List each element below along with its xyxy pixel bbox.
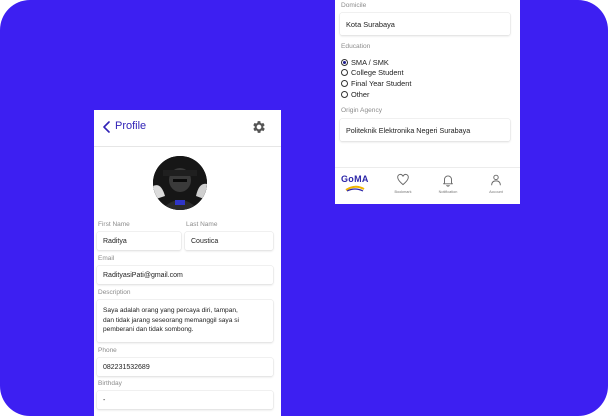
bottom-navigation: GoMA Bookmark Notification Account [335,167,520,204]
logo-swoosh-icon [345,185,365,192]
education-option-label: SMA / SMK [351,57,389,67]
nav-label: Account [489,190,503,194]
origin-agency-field[interactable]: Politeknik Elektronika Negeri Surabaya [340,119,510,141]
nav-notification[interactable]: Notification [432,173,464,201]
avatar[interactable] [153,156,207,210]
last-name-field[interactable]: Coustica [185,232,273,250]
radio-button-checked[interactable] [341,58,348,66]
email-field[interactable]: RadityasiPati@gmail.com [97,266,273,284]
phone-field[interactable]: 082231532689 [97,358,273,376]
radio-button[interactable] [341,79,348,87]
detail-screen: Domicile Kota Surabaya Education SMA / S… [335,0,520,204]
first-name-label: First Name [98,221,130,228]
bell-icon [443,175,453,187]
education-option-other[interactable]: Other [341,89,369,99]
logo-wordmark: GoMA [341,174,369,184]
education-option-college[interactable]: College Student [341,67,404,77]
nav-label: Notification [438,190,458,194]
app-logo[interactable]: GoMA [341,174,377,200]
background-canvas: Profile First Name Raditya Last Name Cou… [0,0,608,416]
description-field[interactable]: Saya adalah orang yang percaya diri, tam… [97,300,273,342]
app-bar: Profile [94,110,281,147]
education-label: Education [341,43,371,50]
education-option-label: College Student [351,67,404,77]
radio-button[interactable] [341,90,348,98]
education-option-label: Final Year Student [351,78,412,88]
radio-button[interactable] [341,68,348,76]
education-option-label: Other [351,89,370,99]
gear-icon[interactable] [251,119,267,135]
email-label: Email [98,255,115,262]
nav-account[interactable]: Account [480,173,512,201]
nav-bookmark[interactable]: Bookmark [387,173,419,201]
last-name-label: Last Name [186,221,218,228]
profile-screen: Profile First Name Raditya Last Name Cou… [94,110,281,416]
back-arrow-icon[interactable] [100,119,114,135]
person-icon [491,174,501,186]
avatar-photo [153,156,207,210]
logo-text: GoMA [341,174,377,184]
first-name-field[interactable]: Raditya [97,232,181,250]
birthday-label: Birthday [98,380,122,387]
description-label: Description [98,289,131,296]
phone-label: Phone [98,347,117,354]
page-title: Profile [115,120,147,132]
education-option-sma[interactable]: SMA / SMK [341,57,389,67]
education-option-final-year[interactable]: Final Year Student [341,78,411,88]
domicile-label: Domicile [341,2,367,9]
domicile-field[interactable]: Kota Surabaya [340,13,510,35]
nav-label: Bookmark [394,190,412,194]
birthday-field[interactable]: - [97,391,273,409]
origin-agency-label: Origin Agency [341,107,383,114]
heart-icon [397,173,409,186]
